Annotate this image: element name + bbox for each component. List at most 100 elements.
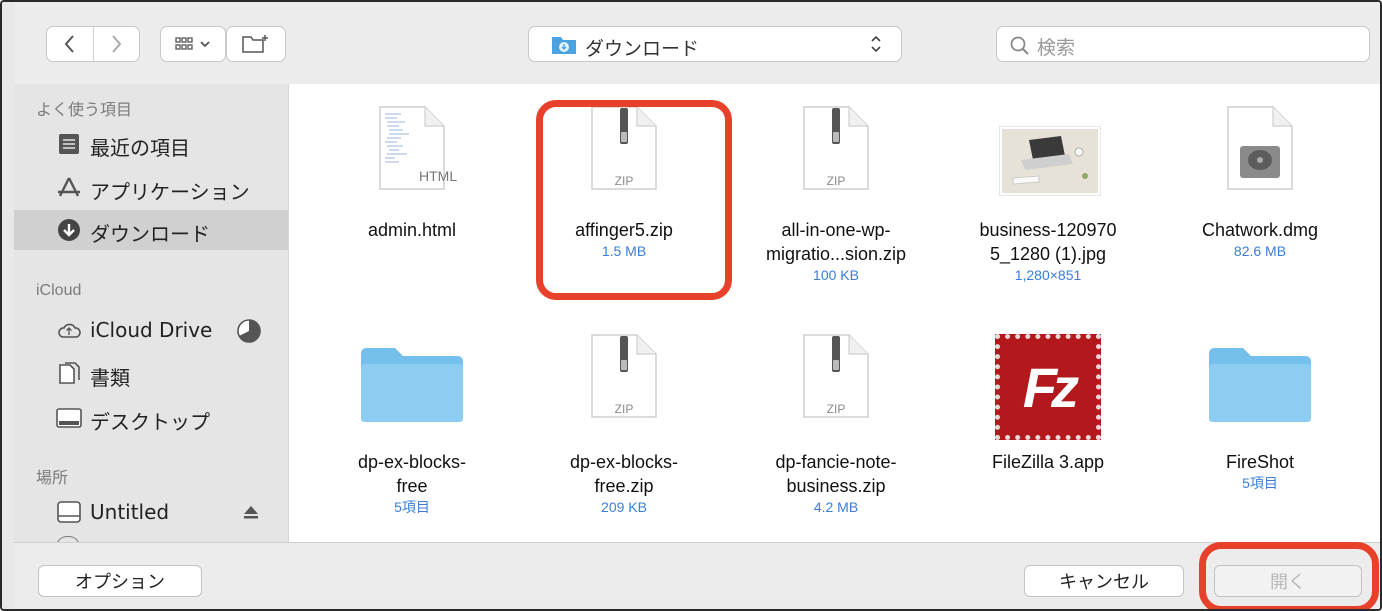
file-item-dp-ex-blocks-free-folder[interactable]: dp-ex-blocks- free 5項目 xyxy=(337,328,487,538)
cancel-button[interactable]: キャンセル xyxy=(1024,565,1184,597)
forward-button[interactable] xyxy=(94,27,140,61)
file-name-line2: free xyxy=(396,476,428,496)
sidebar-item-label: 書類 xyxy=(90,366,130,390)
file-name-line2: business.zip xyxy=(786,476,886,496)
locations-header: 場所 xyxy=(36,470,69,487)
recents-icon xyxy=(59,134,79,154)
dmg-file-icon xyxy=(1227,106,1293,190)
chevron-down-icon xyxy=(200,41,210,48)
back-forward-control xyxy=(46,26,140,62)
file-name: FileZilla 3.app xyxy=(991,452,1105,472)
cloud-icon xyxy=(58,323,81,338)
sidebar-item-label: ダウンロード xyxy=(90,222,210,246)
new-folder-button[interactable] xyxy=(226,26,286,62)
zip-badge: ZIP xyxy=(614,402,634,416)
grid-view-icon xyxy=(175,37,193,50)
sidebar-item-label: Untitled xyxy=(90,500,170,524)
image-thumbnail-icon xyxy=(999,126,1101,196)
file-item-filezilla-app[interactable]: Fz FileZilla 3.app xyxy=(973,328,1123,538)
open-file-dialog: ダウンロード 検索 よく使う項目 最近の項目 アプリケーション ダウンロード i… xyxy=(0,0,1382,611)
file-meta: 5項目 xyxy=(1242,475,1278,491)
file-label: dp-fancie-note- business.zip 4.2 MB xyxy=(761,450,911,516)
file-name-line2: free.zip xyxy=(594,476,654,496)
file-meta: 5項目 xyxy=(394,499,430,515)
file-meta: 4.2 MB xyxy=(813,499,859,515)
file-label: Chatwork.dmg 82.6 MB xyxy=(1185,218,1335,260)
search-placeholder: 検索 xyxy=(1037,37,1076,59)
file-label: FireShot 5項目 xyxy=(1185,450,1335,492)
applications-icon xyxy=(58,177,80,197)
favorites-header: よく使う項目 xyxy=(36,102,133,119)
file-name-line2: migratio...sion.zip xyxy=(765,244,907,264)
file-name: dp-ex-blocks- xyxy=(357,452,467,472)
view-options-button[interactable] xyxy=(160,26,226,62)
file-name: all-in-one-wp- xyxy=(781,220,891,240)
file-grid: HTML admin.html ZIP affinger5.zip 1.5 MB xyxy=(289,84,1380,542)
file-label: dp-ex-blocks- free 5項目 xyxy=(337,450,487,516)
file-meta: 82.6 MB xyxy=(1233,243,1287,259)
chevron-left-icon xyxy=(64,35,74,53)
dialog-footer: オプション キャンセル 開く xyxy=(14,542,1380,609)
file-item-admin-html[interactable]: HTML admin.html xyxy=(337,106,487,326)
file-item-dp-fancie-note-business-zip[interactable]: ZIP dp-fancie-note- business.zip 4.2 MB xyxy=(761,328,911,538)
file-item-all-in-one-wp-migration[interactable]: ZIP all-in-one-wp- migratio...sion.zip 1… xyxy=(761,106,911,326)
file-name: dp-fancie-note- xyxy=(775,452,897,472)
search-icon xyxy=(1010,36,1029,55)
sidebar-item-label: iCloud Drive xyxy=(90,318,213,342)
filezilla-logo-letters: Fz xyxy=(1022,355,1079,419)
zip-badge: ZIP xyxy=(826,402,846,416)
sidebar-item-desktop[interactable]: デスクトップ xyxy=(14,398,288,438)
file-label: dp-ex-blocks- free.zip 209 KB xyxy=(549,450,699,516)
file-item-chatwork-dmg[interactable]: Chatwork.dmg 82.6 MB xyxy=(1185,106,1335,326)
eject-icon[interactable] xyxy=(242,504,260,520)
options-button[interactable]: オプション xyxy=(38,565,202,597)
sidebar-item-documents[interactable]: 書類 xyxy=(14,354,288,394)
downloads-folder-icon xyxy=(552,37,576,54)
search-field[interactable]: 検索 xyxy=(996,26,1370,62)
disk-icon xyxy=(57,501,81,523)
file-name: admin.html xyxy=(367,220,457,240)
sidebar-item-downloads[interactable]: ダウンロード xyxy=(14,210,288,250)
toolbar: ダウンロード 検索 xyxy=(14,2,1380,85)
icloud-header: iCloud xyxy=(36,282,82,299)
file-name: business-120970 xyxy=(979,220,1117,240)
sidebar-item-label: デスクトップ xyxy=(90,410,210,434)
file-label: FileZilla 3.app xyxy=(973,450,1123,474)
sidebar-item-label: アプリケーション xyxy=(90,180,250,204)
downloads-icon xyxy=(58,219,80,241)
up-down-chevron-icon xyxy=(871,35,881,53)
html-badge: HTML xyxy=(419,168,458,184)
file-item-fireshot-folder[interactable]: FireShot 5項目 xyxy=(1185,328,1335,538)
file-meta: 1,280×851 xyxy=(1014,267,1082,283)
location-label: ダウンロード xyxy=(585,38,700,60)
file-meta: 100 KB xyxy=(813,267,859,283)
file-meta: 209 KB xyxy=(601,499,647,515)
file-label: all-in-one-wp- migratio...sion.zip 100 K… xyxy=(761,218,911,284)
highlight-annotation-open-button xyxy=(1199,542,1379,609)
desktop-icon xyxy=(56,408,82,428)
storage-pie-icon xyxy=(237,319,261,343)
sidebar-item-untitled[interactable]: Untitled xyxy=(14,492,288,532)
folder-icon xyxy=(361,348,463,422)
back-button[interactable] xyxy=(47,27,94,61)
zip-badge: ZIP xyxy=(826,174,846,188)
sidebar: よく使う項目 最近の項目 アプリケーション ダウンロード iCloud iClo… xyxy=(14,84,289,542)
sidebar-item-recents[interactable]: 最近の項目 xyxy=(14,124,288,164)
location-popup[interactable]: ダウンロード xyxy=(528,26,902,62)
highlight-annotation-affinger5 xyxy=(536,100,732,300)
file-label: business-120970 5_1280 (1).jpg 1,280×851 xyxy=(973,218,1123,284)
documents-icon xyxy=(59,362,80,384)
file-name: dp-ex-blocks- xyxy=(569,452,679,472)
file-name: FireShot xyxy=(1225,452,1295,472)
filezilla-app-icon: Fz xyxy=(995,334,1101,440)
background-strip xyxy=(2,2,14,609)
chevron-right-icon xyxy=(112,35,122,53)
file-item-business-jpg[interactable]: business-120970 5_1280 (1).jpg 1,280×851 xyxy=(973,106,1123,326)
sidebar-item-label: 最近の項目 xyxy=(90,136,190,160)
file-item-dp-ex-blocks-free-zip[interactable]: ZIP dp-ex-blocks- free.zip 209 KB xyxy=(549,328,699,538)
file-name: Chatwork.dmg xyxy=(1201,220,1319,240)
sidebar-item-applications[interactable]: アプリケーション xyxy=(14,168,288,208)
file-label: admin.html xyxy=(337,218,487,242)
sidebar-item-icloud-drive[interactable]: iCloud Drive xyxy=(14,310,288,350)
file-name-line2: 5_1280 (1).jpg xyxy=(989,244,1107,264)
